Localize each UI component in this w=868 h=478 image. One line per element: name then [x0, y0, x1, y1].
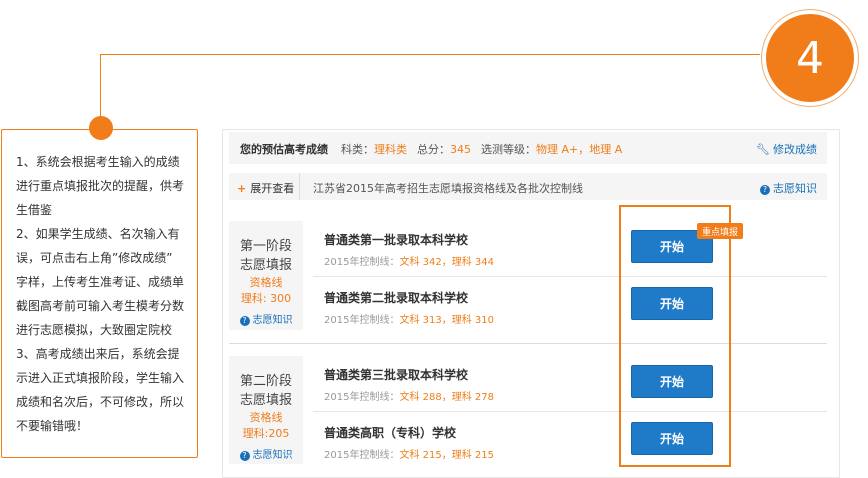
- total-label: 总分：: [417, 143, 450, 156]
- start-buttons-highlight: [619, 205, 731, 467]
- stage-name: 志愿填报: [239, 393, 292, 408]
- batch-score: 2015年控制线：文科 288，理科 278: [324, 388, 494, 403]
- edit-score-label: 修改成绩: [773, 143, 817, 156]
- connector-line: [100, 54, 760, 55]
- stage-knowledge-label: 志愿知识: [252, 450, 293, 461]
- grade-info: 选测等级：物理 A+，地理 A: [481, 141, 622, 157]
- score-prefix: 2015年控制线：: [324, 315, 400, 326]
- stage-knowledge-label: 志愿知识: [252, 315, 293, 326]
- volunteer-knowledge-link[interactable]: ? 志愿知识: [760, 180, 817, 196]
- qualification-label: 资格线: [249, 411, 283, 424]
- stage-one: 第一阶段 志愿填报 资格线 理科: 300 ? 志愿知识: [229, 221, 303, 330]
- stage-name: 第二阶段: [239, 374, 292, 389]
- batch-row: 普通类第三批录取本科学校 2015年控制线：文科 288，理科 278: [313, 354, 827, 412]
- score-values: 文科 215，理科 215: [399, 450, 494, 461]
- stage-name: 第一阶段: [239, 239, 292, 254]
- step-badge: 4: [762, 10, 858, 106]
- batch-title: 普通类第一批录取本科学校: [324, 233, 469, 247]
- key-batch-tag: 重点填报: [697, 223, 743, 239]
- grade-label: 选测等级：: [481, 143, 536, 156]
- subject-info: 科类：理科类: [341, 141, 407, 157]
- batch-score: 2015年控制线：文科 342，理科 344: [324, 253, 494, 268]
- note-line: 成绩和名次后，不可修改，所以: [16, 395, 185, 409]
- control-line-text: 江苏省2015年高考招生志愿填报资格线及各批次控制线: [313, 182, 583, 195]
- connector-line-vertical: [100, 54, 101, 120]
- batch-title: 普通类第二批录取本科学校: [324, 291, 469, 305]
- score-values: 文科 313，理科 310: [399, 315, 494, 326]
- score-prefix: 2015年控制线：: [324, 392, 400, 403]
- batch-row: 普通类第一批录取本科学校 2015年控制线：文科 342，理科 344: [313, 219, 827, 277]
- batch-row: 普通类高职（专科）学校 2015年控制线：文科 215，理科 215: [313, 412, 827, 469]
- explanation-note: 1、系统会根据考生输入的成绩 进行重点填报批次的提醒，供考 生借鉴 2、如果学生…: [1, 129, 198, 458]
- batch-score: 2015年控制线：文科 215，理科 215: [324, 446, 494, 461]
- stage-knowledge-link[interactable]: ? 志愿知识: [229, 311, 303, 330]
- control-line-bar: + 展开查看 江苏省2015年高考招生志愿填报资格线及各批次控制线 ? 志愿知识: [229, 173, 827, 200]
- note-line: 进行志愿模拟，大致圈定院校: [16, 323, 173, 337]
- score-prefix: 2015年控制线：: [324, 450, 400, 461]
- subject-value: 理科类: [374, 143, 407, 156]
- question-icon: ?: [239, 451, 250, 461]
- score-values: 文科 342，理科 344: [399, 257, 494, 268]
- expand-label: 展开查看: [250, 182, 295, 195]
- score-header: 您的预估高考成绩 科类：理科类 总分：345 选测等级：物理 A+，地理 A 🔧…: [229, 132, 827, 164]
- note-line: 截图高考前可输入考生模考分数: [16, 299, 185, 313]
- wrench-icon: 🔧︎: [756, 143, 770, 156]
- stage-knowledge-link[interactable]: ? 志愿知识: [229, 446, 303, 465]
- plus-icon: +: [237, 182, 247, 195]
- edit-score-link[interactable]: 🔧︎ 修改成绩: [756, 141, 817, 157]
- subject-label: 科类：: [341, 143, 374, 156]
- expand-button[interactable]: + 展开查看: [237, 180, 294, 196]
- volunteer-knowledge-label: 志愿知识: [773, 182, 817, 195]
- stage-name: 志愿填报: [239, 258, 292, 273]
- qualification-value: 理科: 300: [240, 292, 292, 305]
- batch-row: 普通类第二批录取本科学校 2015年控制线：文科 313，理科 310: [313, 277, 827, 334]
- note-line: 示进入正式填报阶段，学生输入: [16, 371, 185, 385]
- note-line: 3、高考成绩出来后，系统会提: [16, 347, 180, 361]
- score-values: 文科 288，理科 278: [399, 392, 494, 403]
- stage-divider: [229, 343, 827, 344]
- batch-score: 2015年控制线：文科 313，理科 310: [324, 311, 494, 326]
- qualification-value: 理科:205: [242, 427, 290, 440]
- note-line: 字样，上传考生准考证、成绩单: [16, 275, 185, 289]
- divider: [299, 173, 300, 200]
- note-line: 2、如果学生成绩、名次输入有: [16, 227, 180, 241]
- score-header-title: 您的预估高考成绩: [240, 143, 328, 156]
- grade-value: 物理 A+，地理 A: [536, 143, 623, 156]
- stage-two: 第二阶段 志愿填报 资格线 理科:205 ? 志愿知识: [229, 356, 303, 464]
- note-line: 1、系统会根据考生输入的成绩: [16, 155, 180, 169]
- batch-title: 普通类高职（专科）学校: [324, 426, 457, 440]
- total-info: 总分：345: [417, 141, 471, 157]
- question-icon: ?: [760, 185, 770, 195]
- note-line: 不要输错哦！: [16, 419, 89, 433]
- score-prefix: 2015年控制线：: [324, 257, 400, 268]
- note-line: 进行重点填报批次的提醒，供考: [16, 179, 185, 193]
- question-icon: ?: [239, 316, 250, 326]
- qualification-label: 资格线: [249, 276, 283, 289]
- note-line: 误，可点击右上角”修改成绩”: [16, 251, 173, 265]
- total-value: 345: [450, 143, 471, 156]
- note-line: 生借鉴: [16, 203, 53, 217]
- batch-title: 普通类第三批录取本科学校: [324, 368, 469, 382]
